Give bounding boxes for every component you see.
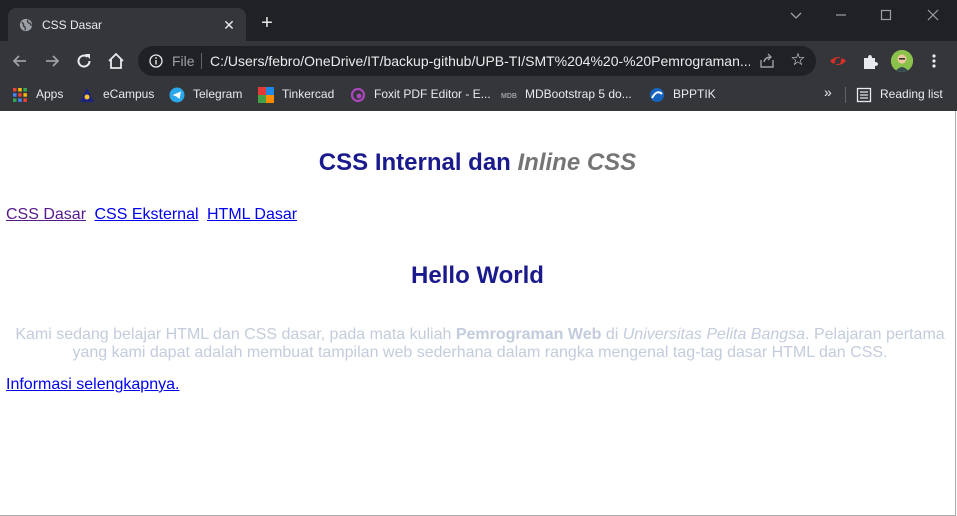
telegram-icon xyxy=(169,87,185,103)
reload-icon[interactable] xyxy=(74,51,94,71)
tab-strip: CSS Dasar ✕ + xyxy=(0,0,957,41)
avatar-image xyxy=(891,50,913,72)
mdb-icon: MDB xyxy=(501,93,517,100)
foxit-icon xyxy=(350,87,366,103)
link-css-dasar[interactable]: CSS Dasar xyxy=(6,206,86,223)
scheme-label: File xyxy=(172,53,195,69)
para-text-1: Kami sedang belajar HTML dan CSS dasar, … xyxy=(15,326,456,343)
para-text-2: di xyxy=(601,326,623,343)
bookmark-label: Apps xyxy=(36,87,64,101)
page-nav-links: CSS Dasar CSS Eksternal HTML Dasar xyxy=(6,206,301,224)
ecampus-icon xyxy=(80,88,94,102)
tab-search-chevron-icon[interactable] xyxy=(787,6,805,24)
bookmarks-bar: Apps eCampus Telegram Tinkercad Foxit PD… xyxy=(0,80,957,111)
eye-off-extension-icon[interactable] xyxy=(829,52,847,70)
tab-title: CSS Dasar xyxy=(42,18,103,32)
link-css-eksternal[interactable]: CSS Eksternal xyxy=(94,206,198,223)
apps-grid-icon xyxy=(13,88,27,102)
home-icon[interactable] xyxy=(106,51,126,71)
bookmarks-divider xyxy=(845,87,846,103)
forward-arrow-icon[interactable] xyxy=(42,51,62,71)
share-icon[interactable] xyxy=(758,52,776,70)
bookmark-label: Tinkercad xyxy=(282,87,335,101)
browser-chrome: CSS Dasar ✕ + File C:/Users/febro/OneDri… xyxy=(0,0,957,111)
hello-heading: Hello World xyxy=(411,262,544,289)
maximize-icon[interactable] xyxy=(877,6,895,24)
link-html-dasar[interactable]: HTML Dasar xyxy=(207,206,297,223)
minimize-icon[interactable] xyxy=(832,6,850,24)
address-separator xyxy=(201,53,202,69)
bpptik-icon xyxy=(650,88,664,102)
info-icon[interactable] xyxy=(149,54,163,68)
more-info-link[interactable]: Informasi selengkapnya. xyxy=(6,376,179,394)
bookmarks-overflow-icon[interactable]: » xyxy=(824,84,832,100)
reading-list-label: Reading list xyxy=(880,87,943,101)
globe-icon xyxy=(19,18,33,32)
profile-avatar[interactable] xyxy=(891,50,913,72)
bookmark-label: eCampus xyxy=(103,87,155,101)
page-title: CSS Internal dan Inline CSS xyxy=(0,149,955,177)
bookmark-star-icon[interactable]: ☆ xyxy=(789,51,807,69)
bookmark-label: Foxit PDF Editor - E... xyxy=(374,87,491,101)
bookmark-label: MDBootstrap 5 do... xyxy=(525,87,632,101)
url-text[interactable]: C:/Users/febro/OneDrive/IT/backup-github… xyxy=(210,53,750,69)
bookmark-label: BPPTIK xyxy=(673,87,716,101)
para-italic-university: Universitas Pelita Bangsa xyxy=(622,326,806,343)
extensions-puzzle-icon[interactable] xyxy=(861,52,879,70)
page-title-main: CSS Internal dan xyxy=(318,149,518,176)
page-title-inline: Inline CSS xyxy=(517,149,637,176)
para-bold-course: Pemrograman Web xyxy=(455,326,602,343)
address-bar[interactable]: File C:/Users/febro/OneDrive/IT/backup-g… xyxy=(138,46,816,76)
tinkercad-icon xyxy=(258,87,274,103)
reading-list-icon xyxy=(856,87,872,103)
close-window-icon[interactable] xyxy=(924,6,942,24)
bookmark-label: Telegram xyxy=(193,87,243,101)
close-tab-icon[interactable]: ✕ xyxy=(221,17,237,33)
page-content: CSS Internal dan Inline CSS CSS Dasar CS… xyxy=(0,111,956,516)
svg-text:MDB: MDB xyxy=(501,93,517,100)
browser-tab[interactable]: CSS Dasar ✕ xyxy=(8,8,246,41)
back-arrow-icon[interactable] xyxy=(10,51,30,71)
new-tab-icon[interactable]: + xyxy=(258,13,276,33)
intro-paragraph: Kami sedang belajar HTML dan CSS dasar, … xyxy=(8,326,952,362)
more-vert-icon[interactable] xyxy=(925,52,943,70)
